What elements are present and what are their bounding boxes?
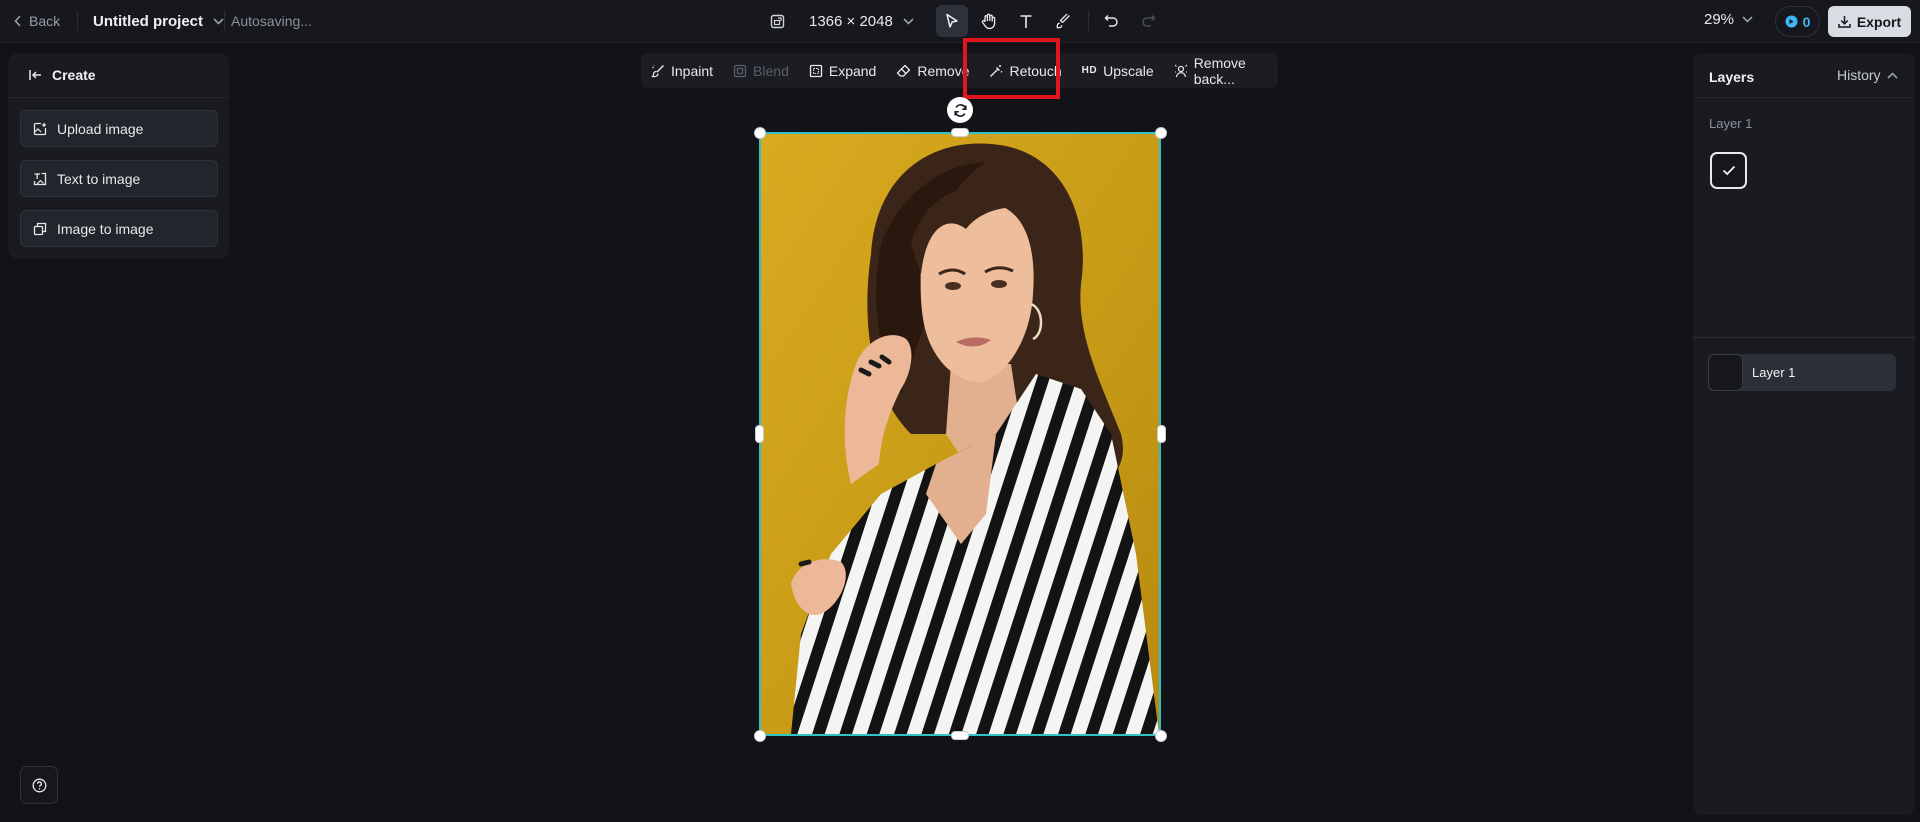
collapse-left-icon bbox=[29, 69, 42, 81]
canvas-size-dropdown[interactable]: 1366 × 2048 bbox=[770, 10, 914, 32]
eraser-icon bbox=[896, 64, 911, 78]
credits-badge[interactable]: 0 bbox=[1775, 6, 1820, 37]
project-title: Untitled project bbox=[93, 12, 204, 30]
text-to-image-label: Text to image bbox=[57, 170, 141, 187]
rotate-icon bbox=[953, 103, 968, 118]
chevron-up-icon bbox=[1886, 71, 1898, 79]
layer-row[interactable]: Layer 1 bbox=[1708, 354, 1896, 391]
resize-handle-bottom-right[interactable] bbox=[1155, 730, 1167, 742]
portrait-photo bbox=[761, 134, 1159, 734]
undo-button[interactable] bbox=[1095, 5, 1127, 37]
remove-label: Remove bbox=[917, 62, 970, 79]
image-edit-toolbar: Inpaint Blend Expand Remove Retouch HD U… bbox=[641, 53, 1278, 88]
text-to-image-button[interactable]: Text to image bbox=[20, 160, 218, 197]
retouch-label: Retouch bbox=[1009, 62, 1062, 79]
resize-handle-top-right[interactable] bbox=[1155, 127, 1167, 139]
text-to-image-icon bbox=[33, 172, 47, 186]
layers-panel: Layers History Layer 1 Layer 1 bbox=[1693, 53, 1915, 815]
tab-history[interactable]: History bbox=[1837, 67, 1898, 83]
select-icon bbox=[945, 13, 959, 29]
upscale-label: Upscale bbox=[1103, 62, 1154, 79]
divider bbox=[77, 11, 78, 31]
magic-wand-icon bbox=[989, 64, 1003, 78]
layer-section-label: Layer 1 bbox=[1709, 116, 1753, 131]
inpaint-icon bbox=[651, 64, 665, 78]
rotate-handle[interactable] bbox=[947, 97, 973, 123]
remove-background-label: Remove back... bbox=[1193, 54, 1246, 87]
upscale-button[interactable]: HD Upscale bbox=[1082, 53, 1154, 88]
layers-panel-header: Layers History bbox=[1693, 53, 1915, 98]
resize-handle-bottom-left[interactable] bbox=[754, 730, 766, 742]
expand-button[interactable]: Expand bbox=[809, 53, 876, 88]
export-button[interactable]: Export bbox=[1828, 6, 1911, 37]
image-to-image-icon bbox=[33, 222, 47, 236]
retouch-button[interactable]: Retouch bbox=[989, 53, 1062, 88]
hand-tool-button[interactable] bbox=[973, 5, 1005, 37]
blend-label: Blend bbox=[753, 62, 789, 79]
expand-label: Expand bbox=[828, 62, 877, 79]
tool-group bbox=[936, 5, 1169, 37]
help-button[interactable] bbox=[20, 766, 58, 804]
upload-image-button[interactable]: Upload image bbox=[20, 110, 218, 147]
back-label: Back bbox=[29, 13, 61, 29]
back-button[interactable]: Back bbox=[14, 10, 60, 32]
check-icon bbox=[1722, 165, 1736, 176]
canvas-image[interactable] bbox=[759, 132, 1161, 736]
chevron-down-icon bbox=[213, 17, 224, 25]
image-to-image-label: Image to image bbox=[57, 220, 154, 237]
layer-thumbnail bbox=[1708, 354, 1743, 391]
upload-image-label: Upload image bbox=[57, 120, 144, 137]
remove-background-icon bbox=[1174, 64, 1188, 78]
create-panel-title: Create bbox=[52, 67, 96, 83]
text-tool-button[interactable] bbox=[1010, 5, 1042, 37]
brush-tool-button[interactable] bbox=[1047, 5, 1079, 37]
chevron-left-icon bbox=[14, 15, 22, 27]
select-tool-button[interactable] bbox=[936, 5, 968, 37]
create-panel-header[interactable]: Create bbox=[8, 53, 229, 98]
help-icon bbox=[32, 778, 47, 793]
redo-icon bbox=[1141, 14, 1156, 28]
hd-badge: HD bbox=[1081, 65, 1098, 76]
divider bbox=[1693, 337, 1915, 338]
resize-icon bbox=[770, 14, 785, 29]
chevron-down-icon bbox=[903, 17, 914, 25]
redo-button[interactable] bbox=[1132, 5, 1164, 37]
undo-icon bbox=[1104, 14, 1119, 28]
zoom-dropdown[interactable]: 29% bbox=[1704, 11, 1753, 28]
remove-button[interactable]: Remove bbox=[896, 53, 969, 88]
upload-image-icon bbox=[33, 122, 47, 136]
zoom-level: 29% bbox=[1704, 11, 1735, 28]
canvas-size: 1366 × 2048 bbox=[809, 12, 893, 30]
autosave-status: Autosaving... bbox=[231, 13, 312, 29]
remove-background-button[interactable]: Remove back... bbox=[1174, 53, 1258, 88]
resize-handle-top[interactable] bbox=[951, 128, 969, 137]
resize-handle-right[interactable] bbox=[1157, 425, 1166, 443]
resize-handle-left[interactable] bbox=[755, 425, 764, 443]
tab-layers[interactable]: Layers bbox=[1709, 69, 1754, 85]
credit-coin-icon bbox=[1785, 15, 1798, 28]
brush-icon bbox=[1056, 13, 1071, 29]
hand-icon bbox=[981, 13, 997, 30]
inpaint-button[interactable]: Inpaint bbox=[651, 53, 713, 88]
download-icon bbox=[1838, 15, 1851, 28]
layer-name: Layer 1 bbox=[1752, 365, 1796, 380]
divider bbox=[224, 11, 225, 31]
resize-handle-top-left[interactable] bbox=[754, 127, 766, 139]
export-label: Export bbox=[1856, 13, 1902, 30]
expand-icon bbox=[809, 64, 823, 78]
chevron-down-icon bbox=[1742, 16, 1753, 23]
project-title-dropdown[interactable]: Untitled project bbox=[93, 10, 224, 32]
text-icon bbox=[1019, 14, 1033, 29]
credits-count: 0 bbox=[1802, 13, 1811, 30]
blend-icon bbox=[733, 64, 747, 78]
history-label: History bbox=[1837, 67, 1881, 83]
top-bar: Back Untitled project Autosaving... 1366… bbox=[0, 0, 1920, 43]
image-to-image-button[interactable]: Image to image bbox=[20, 210, 218, 247]
divider bbox=[1088, 11, 1089, 31]
layer-checkbox[interactable] bbox=[1710, 152, 1747, 189]
create-panel: Create Upload image Text to image Image … bbox=[8, 53, 229, 259]
inpaint-label: Inpaint bbox=[671, 62, 714, 79]
resize-handle-bottom[interactable] bbox=[951, 731, 969, 740]
blend-button[interactable]: Blend bbox=[733, 53, 789, 88]
